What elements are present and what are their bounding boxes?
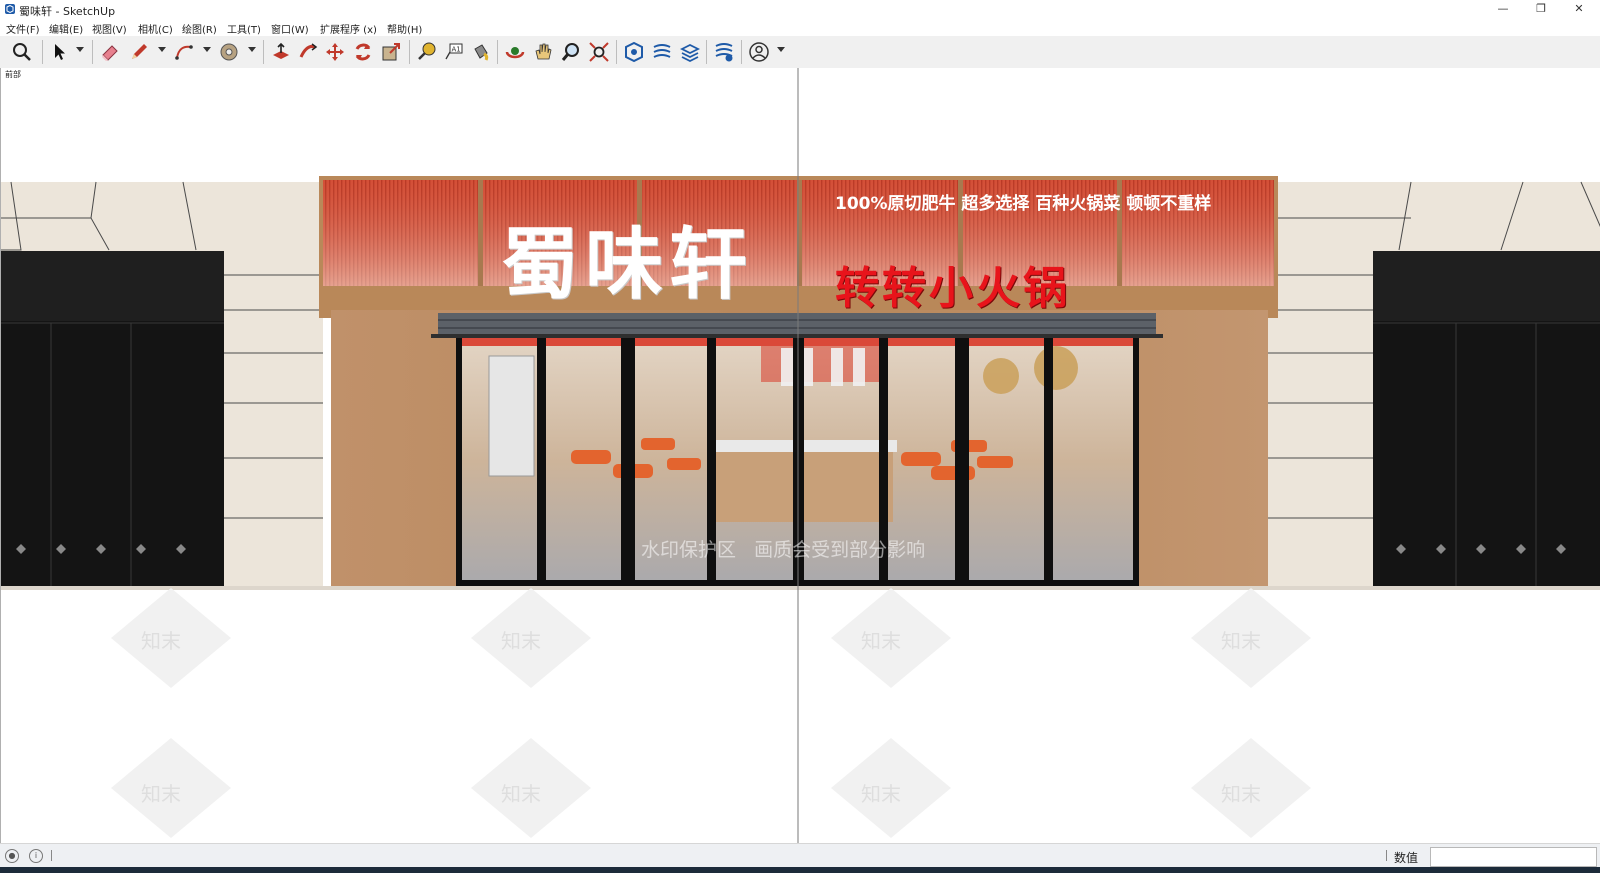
sign-subtitle: 转转小火锅 (835, 263, 1070, 314)
geo-location-icon[interactable]: ● (5, 849, 19, 863)
warehouse-icon[interactable] (623, 41, 645, 63)
sign-slogan: 100%原切肥牛 超多选择 百种火锅菜 顿顿不重样 (835, 194, 1212, 214)
select-icon[interactable] (49, 41, 71, 63)
toolbar-separator (409, 40, 410, 64)
extension-manager-icon[interactable] (713, 41, 735, 63)
sketchup-logo-icon (5, 4, 15, 14)
zoom-icon[interactable] (560, 41, 582, 63)
watermark-brand: 知末 (861, 782, 901, 806)
menu-window[interactable]: 窗口(W) (271, 21, 309, 36)
pencil-dropdown-icon[interactable] (158, 47, 166, 52)
pan-icon[interactable] (532, 41, 554, 63)
menu-extensions[interactable]: 扩展程序 (x) (320, 21, 377, 36)
toolbar-separator (616, 40, 617, 64)
watermark-brand: 知末 (141, 629, 181, 653)
rotate-icon[interactable] (352, 41, 374, 63)
menu-camera[interactable]: 相机(C) (138, 21, 173, 36)
tape-measure-icon[interactable] (416, 41, 438, 63)
window-title: 蜀味轩 - SketchUp (19, 5, 116, 18)
toolbar-separator (706, 40, 707, 64)
measurements-input[interactable] (1430, 847, 1597, 867)
watermark-brand: 知末 (1221, 782, 1261, 806)
watermark-brand: 知末 (501, 629, 541, 653)
info-icon[interactable]: i (29, 849, 43, 863)
menu-help[interactable]: 帮助(H) (387, 21, 422, 36)
arc-dropdown-icon[interactable] (203, 47, 211, 52)
status-divider (51, 850, 52, 861)
extension-warehouse-icon[interactable] (651, 41, 673, 63)
toolbar-separator (497, 40, 498, 64)
watermark-protected-area: 水印保护区 画质会受到部分影响 (641, 539, 926, 561)
select-dropdown-icon[interactable] (76, 47, 84, 52)
account-dropdown-icon[interactable] (777, 47, 785, 52)
toolbar-separator (42, 40, 43, 64)
watermark-brand: 知末 (861, 629, 901, 653)
title-bar: 蜀味轩 - SketchUp — ❐ ✕ (0, 0, 1600, 19)
close-button[interactable]: ✕ (1562, 0, 1596, 19)
model-viewport[interactable]: 前部 100%原切肥牛 超多选择 百种火锅菜 顿顿不重样 蜀味轩 转转小火锅 水… (0, 68, 1600, 843)
paint-bucket-icon[interactable] (469, 41, 491, 63)
menu-edit[interactable]: 编辑(E) (49, 21, 83, 36)
layout-icon[interactable] (679, 41, 701, 63)
zoom-extents-icon[interactable] (588, 41, 610, 63)
follow-me-icon[interactable] (297, 41, 319, 63)
os-taskbar (0, 867, 1600, 873)
menu-bar: 文件(F) 编辑(E) 视图(V) 相机(C) 绘图(R) 工具(T) 窗口(W… (0, 19, 1600, 36)
storefront-render (1, 68, 1600, 843)
toolbar-separator (92, 40, 93, 64)
menu-file[interactable]: 文件(F) (6, 21, 40, 36)
move-icon[interactable] (324, 41, 346, 63)
minimize-button[interactable]: — (1486, 0, 1520, 19)
scale-icon[interactable] (380, 41, 402, 63)
menu-view[interactable]: 视图(V) (92, 21, 127, 36)
pencil-icon[interactable] (128, 41, 150, 63)
menu-draw[interactable]: 绘图(R) (182, 21, 217, 36)
watermark-brand: 知末 (501, 782, 541, 806)
watermark-brand: 知末 (1221, 629, 1261, 653)
push-pull-icon[interactable] (270, 41, 292, 63)
toolbar-separator (263, 40, 264, 64)
arc-icon[interactable] (173, 41, 195, 63)
status-divider (1386, 850, 1387, 861)
watermark-brand: 知末 (141, 782, 181, 806)
search-icon[interactable] (11, 41, 33, 63)
orbit-icon[interactable] (504, 41, 526, 63)
shape-icon[interactable] (218, 41, 240, 63)
main-toolbar: A1 (0, 36, 1600, 69)
svg-text:A1: A1 (452, 46, 461, 54)
brand-name: 蜀味轩 (501, 220, 754, 310)
menu-tools[interactable]: 工具(T) (227, 21, 261, 36)
account-icon[interactable] (748, 41, 770, 63)
tiled-eave (438, 313, 1156, 335)
shape-dropdown-icon[interactable] (248, 47, 256, 52)
toolbar-separator (741, 40, 742, 64)
drink-fridge (488, 355, 535, 477)
eraser-icon[interactable] (99, 41, 121, 63)
status-bar: ● i 数值 (0, 843, 1600, 868)
text-icon[interactable]: A1 (443, 41, 465, 63)
measurements-label: 数值 (1394, 851, 1419, 865)
restore-button[interactable]: ❐ (1524, 0, 1558, 19)
